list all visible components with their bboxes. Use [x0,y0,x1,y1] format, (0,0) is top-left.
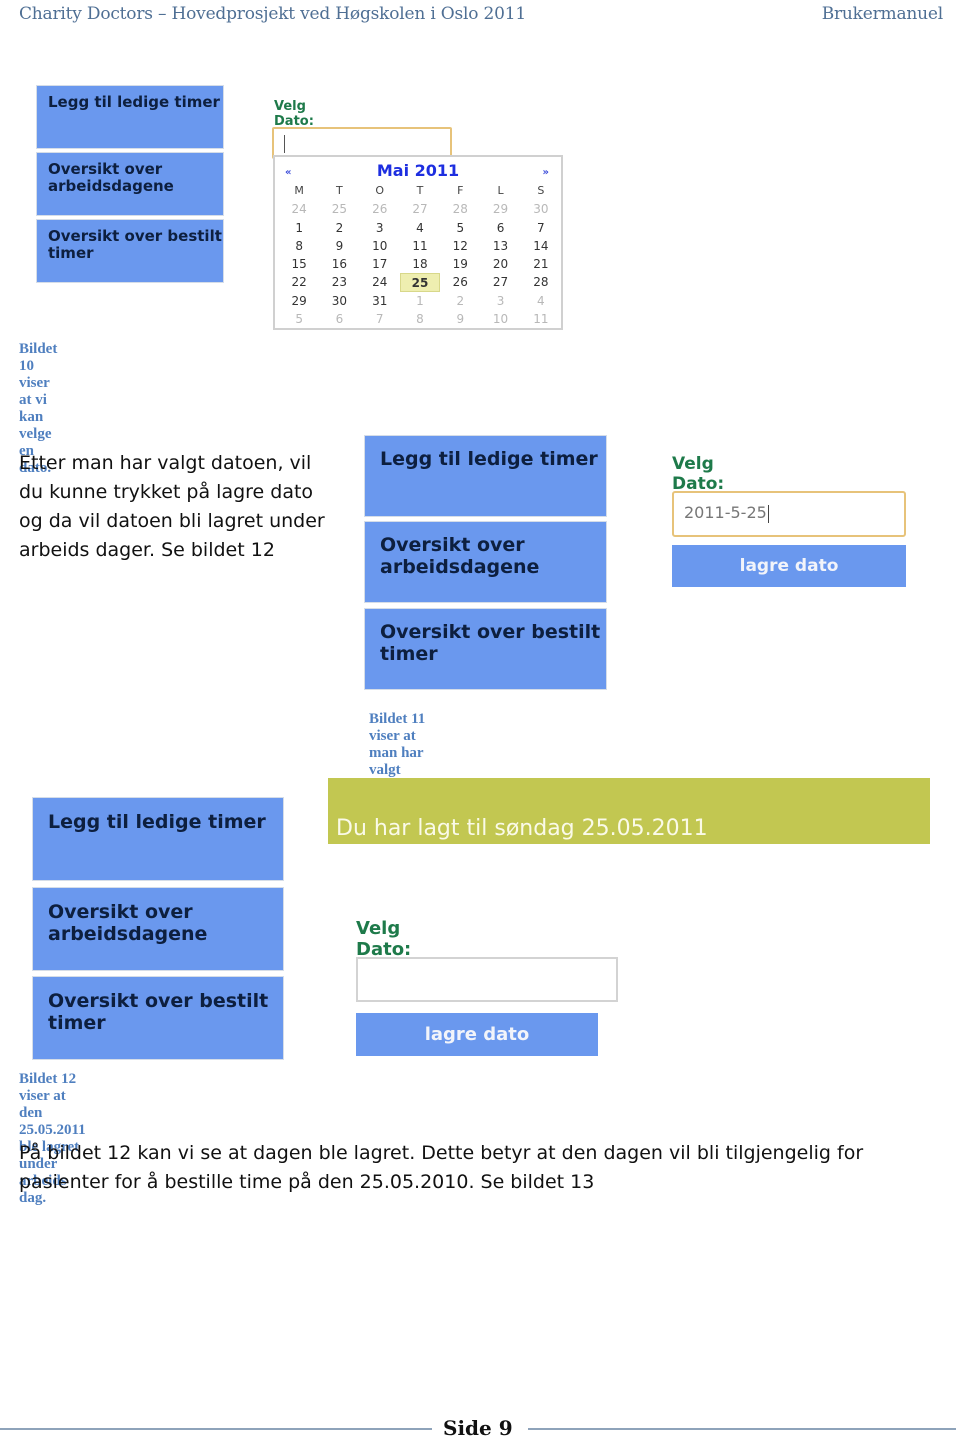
calendar-day[interactable]: 16 [319,255,359,273]
text-caret [284,135,285,153]
weekday-header: L [497,184,504,197]
calendar-day[interactable]: 11 [400,237,440,255]
date-input[interactable] [356,957,618,1002]
calendar-day[interactable]: 15 [279,255,319,273]
weekday-header: M [294,184,304,197]
footer-rule-left [0,1428,432,1430]
calendar-day-selected[interactable]: 25 [399,273,441,292]
calendar-day[interactable]: 27 [480,273,520,291]
velg-dato-label: Velg Dato: [274,99,314,129]
text-caret [767,504,769,523]
nav-oversikt-bestilt-timer[interactable]: Oversikt over bestilt timer [36,219,224,283]
calendar-day[interactable]: 6 [480,219,520,237]
calendar-day[interactable]: 4 [400,219,440,237]
page-number: Side 9 [443,1416,513,1440]
running-header-title: Charity Doctors – Hovedprosjekt ved Høgs… [19,4,526,24]
calendar-day[interactable]: 8 [400,310,440,328]
calendar-day[interactable]: 28 [521,273,561,291]
calendar-day[interactable]: 6 [319,310,359,328]
weekday-header: S [537,184,545,197]
calendar-day[interactable]: 10 [360,237,400,255]
lagre-dato-button[interactable]: lagre dato [672,545,906,587]
calendar-day[interactable]: 28 [440,200,480,218]
nav-oversikt-arbeidsdagene[interactable]: Oversikt over arbeidsdagene [32,887,284,971]
calendar-day[interactable]: 20 [480,255,520,273]
calendar-day[interactable]: 27 [400,200,440,218]
success-banner: Du har lagt til søndag 25.05.2011 [328,778,930,844]
weekday-header: O [375,184,385,197]
calendar-day[interactable]: 26 [440,273,480,291]
calendar-day[interactable]: 7 [521,219,561,237]
nav-legg-til-ledige-timer[interactable]: Legg til ledige timer [36,85,224,149]
velg-dato-label: Velg Dato: [672,454,725,494]
paragraph-lagre-dato: Etter man har valgt datoen, vil du kunne… [19,449,325,565]
paragraph-dagen-lagret: På bildet 12 kan vi se at dagen ble lagr… [19,1139,863,1197]
calendar-day[interactable]: 1 [279,219,319,237]
calendar-day[interactable]: 14 [521,237,561,255]
paragraph-line: På bildet 12 kan vi se at dagen ble lagr… [19,1142,864,1164]
calendar-day[interactable]: 13 [480,237,520,255]
calendar-day[interactable]: 12 [440,237,480,255]
calendar-popup: « Mai 2011 » M T O T F L S 24 25 26 27 28 29 30 1 2 3 4 5 6… [273,155,563,330]
nav-oversikt-arbeidsdagene[interactable]: Oversikt over arbeidsdagene [36,152,224,216]
calendar-day[interactable]: 7 [360,310,400,328]
nav-oversikt-arbeidsdagene[interactable]: Oversikt over arbeidsdagene [364,521,607,603]
calendar-day[interactable]: 2 [319,219,359,237]
paragraph-line: du kunne trykket på lagre dato [19,481,314,503]
calendar-day[interactable]: 17 [360,255,400,273]
calendar-day[interactable]: 23 [319,273,359,291]
weekday-header: F [457,184,464,197]
calendar-day[interactable]: 24 [360,273,400,291]
calendar-day[interactable]: 10 [480,310,520,328]
calendar-day[interactable]: 11 [521,310,561,328]
calendar-day[interactable]: 5 [279,310,319,328]
footer-rule-right [528,1428,956,1430]
calendar-day[interactable]: 29 [279,292,319,310]
next-month-icon[interactable]: » [543,167,549,178]
nav-oversikt-bestilt-timer[interactable]: Oversikt over bestilt timer [364,608,607,690]
calendar-day[interactable]: 21 [521,255,561,273]
calendar-day[interactable]: 25 [319,200,359,218]
calendar-day[interactable]: 3 [360,219,400,237]
calendar-day[interactable]: 19 [440,255,480,273]
paragraph-line: arbeids dager. Se bildet 12 [19,539,275,561]
calendar-day[interactable]: 5 [440,219,480,237]
calendar-day[interactable]: 29 [480,200,520,218]
paragraph-line: pasienter for å bestille time på den 25.… [19,1171,595,1193]
calendar-day[interactable]: 31 [360,292,400,310]
calendar-day[interactable]: 30 [521,200,561,218]
calendar-day[interactable]: 22 [279,273,319,291]
calendar-month-title: Mai 2011 [376,161,460,180]
weekday-header: T [416,184,424,197]
calendar-day[interactable]: 9 [319,237,359,255]
date-input[interactable]: 2011-5-25 [672,491,906,537]
velg-dato-label: Velg Dato: [356,918,412,960]
weekday-header: T [336,184,343,197]
calendar-day[interactable]: 3 [480,292,520,310]
calendar-day[interactable]: 4 [521,292,561,310]
calendar-day[interactable]: 2 [440,292,480,310]
nav-legg-til-ledige-timer[interactable]: Legg til ledige timer [32,797,284,881]
paragraph-line: Etter man har valgt datoen, vil [19,452,312,474]
calendar-day[interactable]: 1 [400,292,440,310]
nav-oversikt-bestilt-timer[interactable]: Oversikt over bestilt timer [32,976,284,1060]
paragraph-line: og da vil datoen bli lagret under [19,510,325,532]
calendar-day[interactable]: 8 [279,237,319,255]
calendar-day[interactable]: 30 [319,292,359,310]
calendar-day[interactable]: 26 [360,200,400,218]
nav-legg-til-ledige-timer[interactable]: Legg til ledige timer [364,435,607,517]
lagre-dato-button[interactable]: lagre dato [356,1013,598,1056]
calendar-day[interactable]: 9 [440,310,480,328]
calendar-grid: M T O T F L S 24 25 26 27 28 29 30 1 2 3 4 5 6 7 8 9 10 11 12 13 14… [279,182,561,328]
calendar-day[interactable]: 18 [400,255,440,273]
calendar-day[interactable]: 24 [279,200,319,218]
calendar-header: « Mai 2011 » [275,161,561,181]
running-header-section: Brukermanuel [821,4,944,24]
